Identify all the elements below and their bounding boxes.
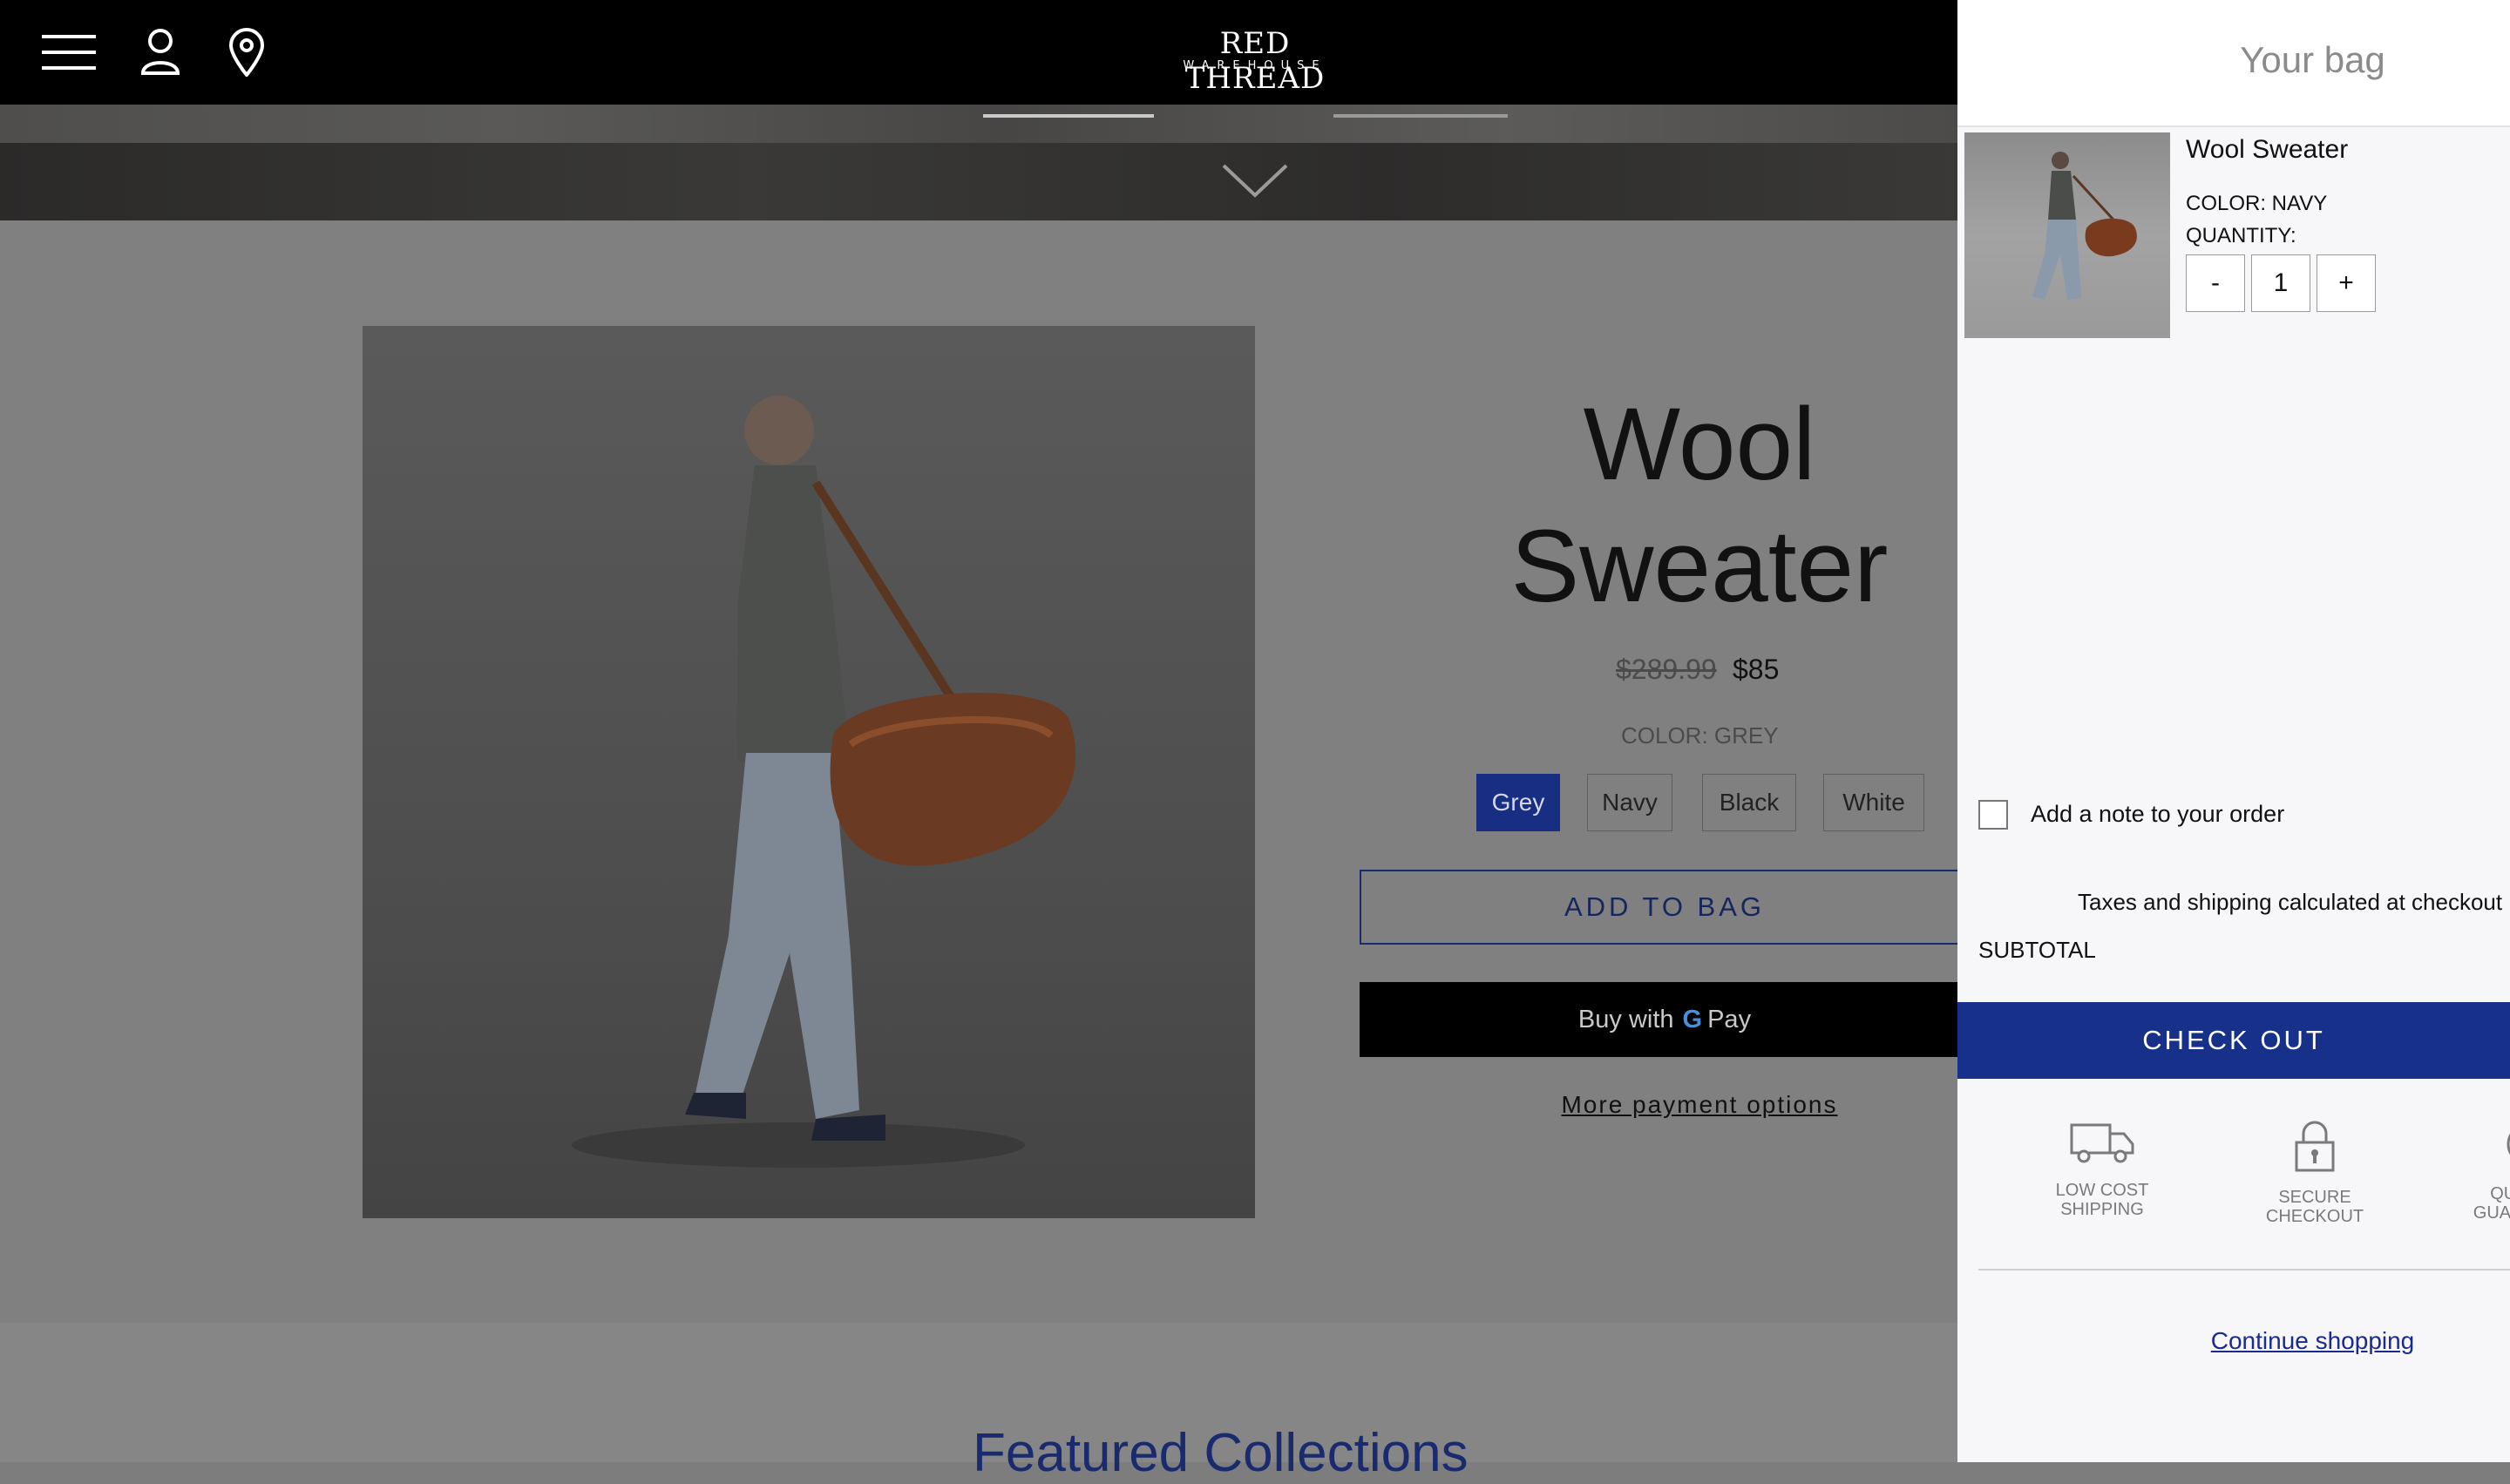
cart-item-photo-illustration	[2032, 152, 2137, 300]
featured-collections-heading: Featured Collections	[973, 1423, 1469, 1483]
color-swatch-grey[interactable]: Grey	[1476, 774, 1560, 831]
subtotal-label: SUBTOTAL	[1978, 937, 2096, 963]
menu-icon[interactable]	[42, 33, 96, 75]
badge-label: QUALITY GUARANTEE	[2440, 1184, 2510, 1223]
order-note-label[interactable]: Add a note to your order	[2031, 801, 2284, 828]
continue-shopping-link[interactable]: Continue shopping	[1957, 1327, 2510, 1355]
quantity-decrease-button[interactable]: -	[2186, 254, 2245, 312]
product-title-line-1: Wool	[1583, 387, 1816, 502]
badge-label-line-2: GUARANTEE	[2473, 1203, 2510, 1223]
model-with-duffel-illustration	[572, 396, 1076, 1168]
badge-label-line-1: SECURE	[2278, 1188, 2351, 1207]
slide-indicator-active[interactable]	[983, 114, 1154, 118]
lock-icon	[2228, 1120, 2402, 1172]
original-price: $289.99	[1616, 654, 1717, 685]
cart-drawer: Your bag Wool Sweater COLOR: NAVY QUANTI…	[1957, 0, 2510, 1462]
google-g-icon: G	[1682, 1005, 1703, 1033]
gpay-suffix: Pay	[1707, 1005, 1752, 1033]
cart-item-quantity-label: QUANTITY:	[2186, 224, 2296, 247]
cart-item-thumbnail[interactable]	[1964, 132, 2170, 338]
sale-price: $85	[1733, 654, 1780, 685]
secure-checkout-badge: SECURE CHECKOUT	[2228, 1120, 2402, 1226]
cart-item-color: COLOR: NAVY	[2186, 192, 2328, 215]
account-icon[interactable]	[139, 28, 181, 80]
order-note-checkbox[interactable]	[1978, 800, 2008, 830]
checkout-button[interactable]: CHECK OUT	[1957, 1002, 2510, 1079]
badge-label-line-2: SHIPPING	[2060, 1200, 2144, 1219]
selected-color-label: COLOR: GREY	[1621, 722, 1779, 749]
badge-label: SECURE CHECKOUT	[2228, 1188, 2402, 1226]
product-photo[interactable]	[363, 326, 1255, 1218]
drawer-divider	[1978, 1269, 2510, 1271]
cart-title: Your bag	[2240, 39, 2385, 80]
quality-guarantee-badge: QUALITY GUARANTEE	[2440, 1120, 2510, 1223]
color-swatch-navy[interactable]: Navy	[1587, 774, 1672, 831]
badge-label-line-2: CHECKOUT	[2265, 1207, 2364, 1226]
location-pin-icon[interactable]	[228, 28, 265, 80]
truck-icon	[2015, 1120, 2189, 1165]
product-title-line-2: Sweater	[1510, 509, 1889, 624]
color-swatch-white[interactable]: White	[1823, 774, 1924, 831]
scroll-down-chevron-icon[interactable]	[1222, 162, 1288, 202]
quantity-input[interactable]: 1	[2251, 254, 2310, 312]
add-to-bag-button[interactable]: ADD TO BAG	[1360, 870, 1970, 945]
gpay-prefix: Buy with	[1577, 1005, 1674, 1033]
quality-icon	[2440, 1120, 2510, 1169]
taxes-shipping-notice: Taxes and shipping calculated at checkou…	[2078, 889, 2503, 915]
store-logo-subtitle: WAREHOUSE	[1183, 59, 1327, 72]
color-swatch-black[interactable]: Black	[1702, 774, 1796, 831]
google-pay-button[interactable]: Buy with G Pay	[1360, 982, 1970, 1057]
slide-indicator[interactable]	[1333, 114, 1508, 118]
badge-label: LOW COST SHIPPING	[2015, 1181, 2189, 1219]
more-payment-options-link[interactable]: More payment options	[1394, 1091, 2005, 1119]
low-cost-shipping-badge: LOW COST SHIPPING	[2015, 1120, 2189, 1219]
quantity-increase-button[interactable]: +	[2317, 254, 2376, 312]
badge-label-line-1: LOW COST	[2055, 1181, 2149, 1200]
cart-item-name[interactable]: Wool Sweater	[2186, 135, 2348, 165]
cart-drawer-header: Your bag	[1957, 0, 2510, 127]
badge-label-line-1: QUALITY	[2490, 1184, 2510, 1203]
